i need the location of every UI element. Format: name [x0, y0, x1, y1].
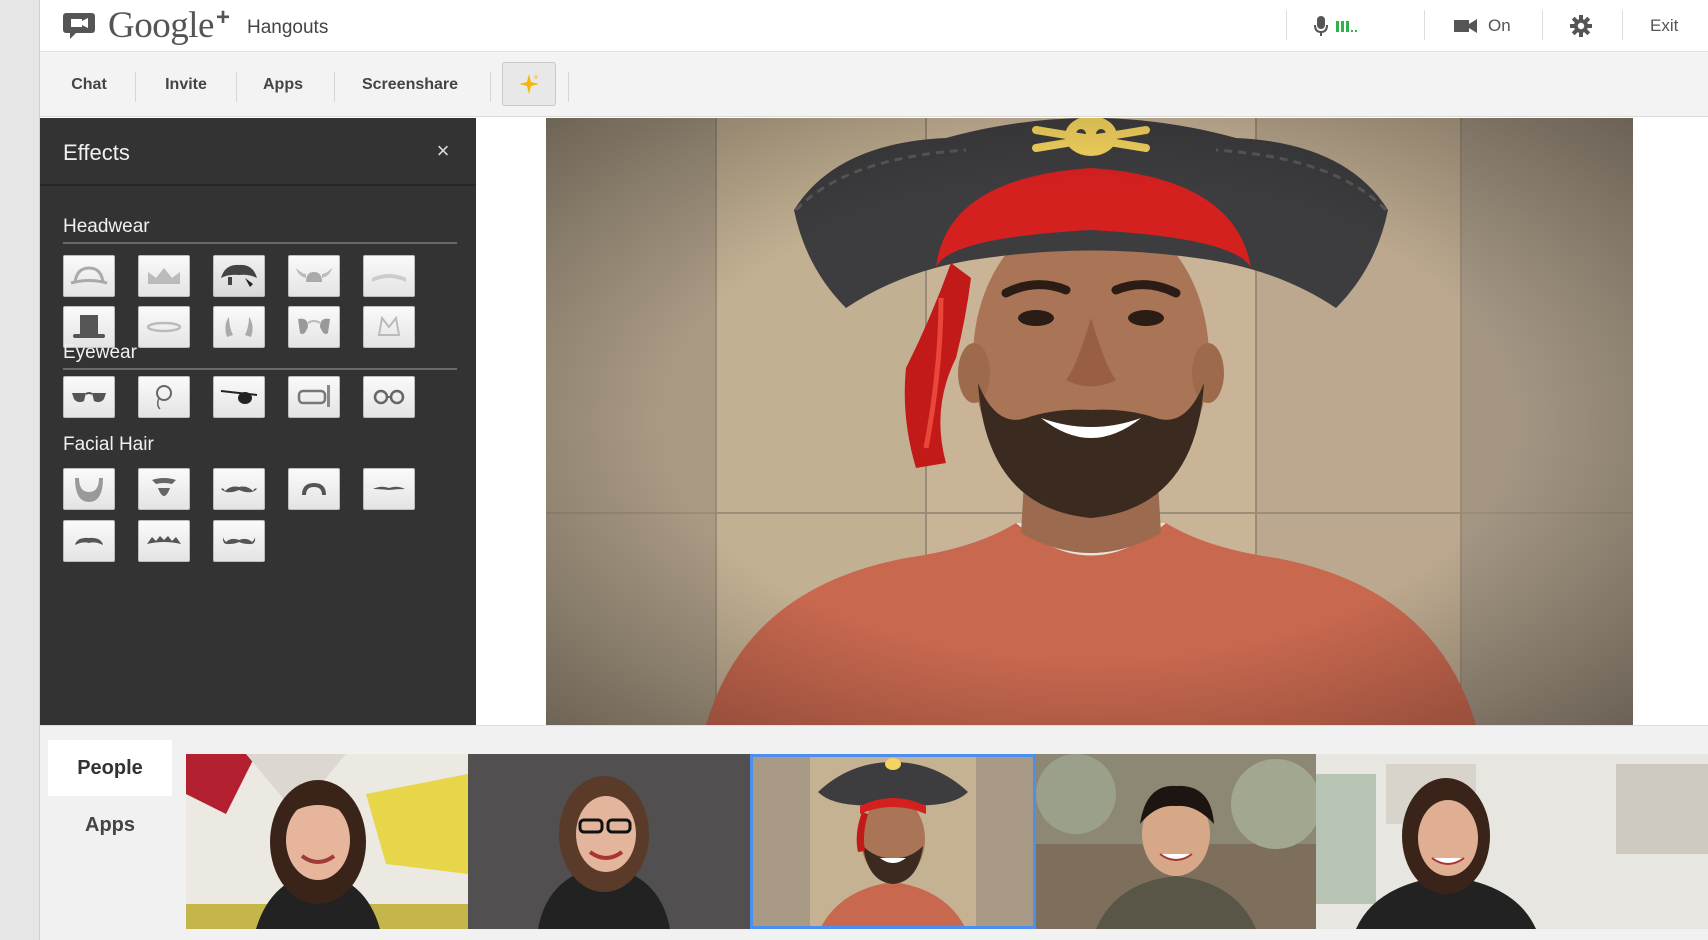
camera-state-label: On — [1488, 16, 1511, 35]
tab-chat[interactable]: Chat — [50, 52, 128, 117]
camera-toggle-button[interactable]: On — [1454, 0, 1511, 52]
handlebar-mustache-icon[interactable] — [213, 468, 265, 510]
tab-invite[interactable]: Invite — [140, 52, 232, 117]
participants-area: People Apps — [40, 725, 1708, 940]
browser-edge — [0, 0, 40, 940]
devil-horns-icon[interactable] — [213, 306, 265, 348]
tab-screenshare[interactable]: Screenshare — [340, 52, 480, 117]
hangout-toolbar: Chat Invite Apps Screenshare — [40, 52, 1708, 117]
section-title-facial-hair: Facial Hair — [63, 434, 154, 455]
hangouts-logo-icon — [63, 13, 95, 39]
section-divider — [63, 368, 457, 370]
bowler-hat-icon[interactable] — [63, 255, 115, 297]
participant-thumbnail-selected[interactable] — [750, 754, 1036, 929]
header-separator — [1286, 10, 1287, 40]
toolbar-separator — [490, 72, 491, 102]
round-glasses-icon[interactable] — [363, 376, 415, 418]
crown-icon[interactable] — [138, 255, 190, 297]
exit-button[interactable]: Exit — [1650, 0, 1678, 52]
header-separator — [1542, 10, 1543, 40]
participant-thumbnail[interactable] — [468, 754, 750, 929]
curled-mustache-icon[interactable] — [213, 520, 265, 562]
toolbar-separator — [334, 72, 335, 102]
effects-button[interactable] — [502, 62, 556, 106]
sparkle-icon — [519, 74, 539, 94]
dog-ears-icon[interactable] — [288, 306, 340, 348]
video-camera-icon — [1454, 19, 1477, 33]
app-name: Hangouts — [247, 17, 329, 38]
settings-button[interactable] — [1570, 0, 1592, 52]
cat-ears-icon[interactable] — [363, 306, 415, 348]
hangouts-window: Google+ Hangouts On Exit Chat Invite App… — [0, 0, 1708, 940]
participant-thumbnail[interactable] — [1316, 754, 1708, 929]
thin-mustache-icon[interactable] — [363, 468, 415, 510]
tab-people[interactable]: People — [48, 740, 172, 796]
video-vignette — [546, 118, 1633, 725]
tab-apps[interactable]: Apps — [240, 52, 326, 117]
gear-icon — [1570, 15, 1592, 37]
microphone-icon — [1314, 16, 1328, 36]
google-plus-logo: Google+ — [108, 4, 230, 46]
header-separator — [1622, 10, 1623, 40]
halo-icon[interactable] — [138, 306, 190, 348]
effects-title: Effects — [63, 140, 130, 165]
snorkel-mask-icon[interactable] — [288, 376, 340, 418]
chevron-mustache-icon[interactable] — [63, 520, 115, 562]
toolbar-separator — [236, 72, 237, 102]
tab-bottom-apps[interactable]: Apps — [48, 797, 172, 853]
section-title-headwear: Headwear — [63, 216, 150, 237]
participant-filmstrip — [186, 754, 1708, 929]
video-stage — [476, 118, 1708, 725]
main-video-feed[interactable] — [546, 118, 1633, 725]
toolbar-separator — [568, 72, 569, 102]
horseshoe-mustache-icon[interactable] — [288, 468, 340, 510]
section-title-eyewear: Eyewear — [63, 342, 137, 363]
eye-patch-icon[interactable] — [213, 376, 265, 418]
pirate-hat-icon[interactable] — [213, 255, 265, 297]
microphone-button[interactable] — [1314, 0, 1362, 52]
effects-header: Effects × — [40, 118, 476, 186]
headband-icon[interactable] — [363, 255, 415, 297]
toolbar-separator — [135, 72, 136, 102]
full-beard-icon[interactable] — [63, 468, 115, 510]
section-divider — [63, 242, 457, 244]
side-tabs: People Apps — [48, 740, 172, 940]
effects-panel: Effects × Headwear Eyewear Facial Hair — [40, 118, 476, 725]
participant-thumbnail[interactable] — [186, 754, 468, 929]
sunglasses-icon[interactable] — [63, 376, 115, 418]
participant-thumbnail[interactable] — [1036, 754, 1316, 929]
monocle-icon[interactable] — [138, 376, 190, 418]
header-separator — [1424, 10, 1425, 40]
goatee-icon[interactable] — [138, 468, 190, 510]
bushy-mustache-icon[interactable] — [138, 520, 190, 562]
mic-level-icon — [1336, 21, 1357, 32]
app-header: Google+ Hangouts On Exit — [40, 0, 1708, 52]
viking-helmet-icon[interactable] — [288, 255, 340, 297]
close-icon[interactable]: × — [428, 136, 458, 166]
